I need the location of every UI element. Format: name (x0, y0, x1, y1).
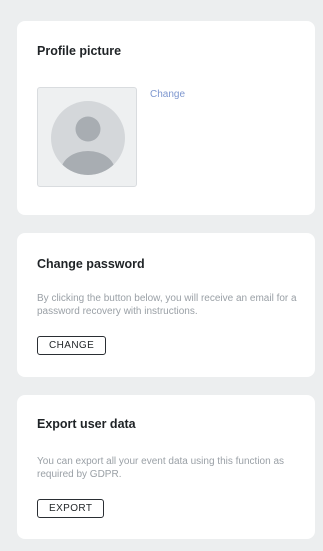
change-password-card: Change password By clicking the button b… (17, 233, 315, 377)
avatar-frame[interactable] (37, 87, 137, 187)
export-button[interactable]: EXPORT (37, 499, 105, 518)
change-password-title: Change password (37, 257, 145, 271)
profile-picture-title: Profile picture (37, 44, 122, 58)
export-user-data-description: You can export all your event data using… (37, 456, 285, 480)
change-password-description: By clicking the button below, you will r… (37, 293, 297, 317)
change-picture-link[interactable]: Change (150, 89, 185, 100)
change-password-button[interactable]: CHANGE (37, 336, 107, 355)
user-avatar-placeholder-icon (51, 101, 125, 175)
profile-picture-card: Profile picture Change (17, 21, 315, 215)
export-user-data-card: Export user data You can export all your… (17, 395, 315, 539)
export-user-data-title: Export user data (37, 417, 136, 431)
